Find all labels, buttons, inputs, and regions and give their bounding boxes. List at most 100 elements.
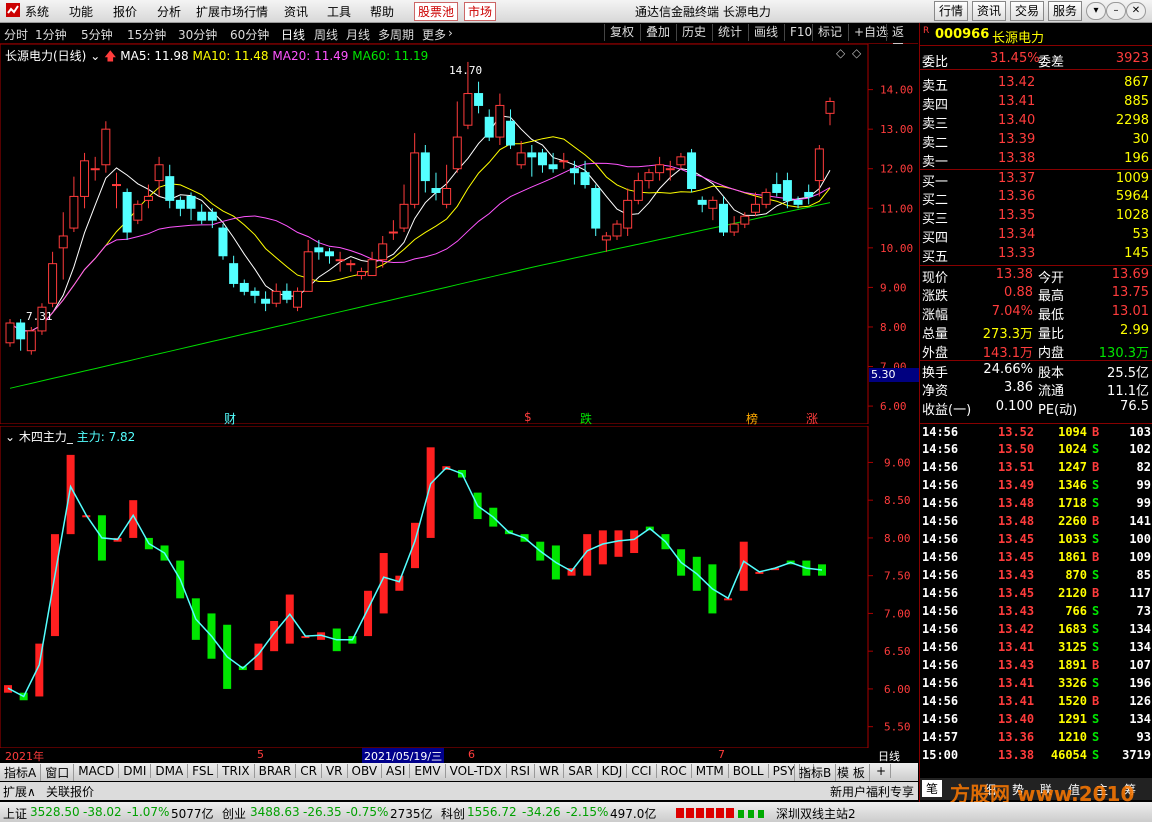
low-price-label: 7.31 <box>26 310 53 323</box>
tool-stats[interactable]: 统计 <box>712 24 747 41</box>
indicator-tab-mtm[interactable]: MTM <box>692 764 729 778</box>
period-multi[interactable]: 多周期 <box>378 26 414 43</box>
ma60-label: MA60: 11.19 <box>352 49 429 63</box>
cy-index-label[interactable]: 创业 <box>222 805 246 822</box>
top-button-service[interactable]: 服务 <box>1048 1 1083 21</box>
event-marker-fall[interactable]: 跌 <box>580 410 592 427</box>
indicator-tab-obv[interactable]: OBV <box>348 764 383 778</box>
period-monthly[interactable]: 月线 <box>346 26 370 43</box>
indicator-tab-cci[interactable]: CCI <box>627 764 657 778</box>
buy-level-row[interactable]: 买二 13.36 5964 <box>920 188 1152 208</box>
period-60min[interactable]: 60分钟 <box>230 26 269 43</box>
tool-adjust[interactable]: 复权 <box>604 24 639 41</box>
template-tab[interactable]: 模 板 <box>833 764 870 781</box>
indicator-tab-brar[interactable]: BRAR <box>255 764 297 778</box>
indicator-tab-vol-tdx[interactable]: VOL-TDX <box>446 764 507 778</box>
event-marker-rise[interactable]: 涨 <box>806 410 818 427</box>
menu-quote[interactable]: 报价 <box>113 3 137 20</box>
event-marker-finance[interactable]: 财 <box>224 410 236 427</box>
tick-time: 14:56 <box>922 496 959 510</box>
menu-analysis[interactable]: 分析 <box>157 3 181 20</box>
menu-tools[interactable]: 工具 <box>327 3 351 20</box>
indicator-tab--[interactable]: 窗口 <box>41 764 75 781</box>
tick-count: 85 <box>1136 568 1151 582</box>
indicator-tab-vr[interactable]: VR <box>322 764 348 778</box>
pin-icon[interactable]: ◇ <box>852 46 861 60</box>
menu-system[interactable]: 系统 <box>25 3 49 20</box>
period-15min[interactable]: 15分钟 <box>127 26 166 43</box>
buy-level-row[interactable]: 买四 13.34 53 <box>920 226 1152 246</box>
menu-function[interactable]: 功能 <box>69 3 93 20</box>
candle-body <box>101 128 111 166</box>
indicator-tab-fsl[interactable]: FSL <box>188 764 219 778</box>
tool-draw[interactable]: 画线 <box>748 24 783 41</box>
indicator-tab-asi[interactable]: ASI <box>382 764 411 778</box>
expand-button[interactable]: 扩展∧ <box>3 783 36 800</box>
indicator-tab-dmi[interactable]: DMI <box>119 764 152 778</box>
tool-history[interactable]: 历史 <box>676 24 711 41</box>
tool-back[interactable]: 返回 <box>886 24 918 56</box>
indicator-tab-boll[interactable]: BOLL <box>729 764 769 778</box>
sh-index-amount: 5077亿 <box>171 807 214 821</box>
cy-index-pct: -0.75% <box>346 805 389 819</box>
period-5min[interactable]: 5分钟 <box>81 26 113 43</box>
indicator-bar <box>614 530 623 557</box>
diamond-icon[interactable]: ◇ <box>836 46 845 60</box>
add-indicator-button[interactable]: + <box>872 764 892 778</box>
buy-level-row[interactable]: 买五 13.33 145 <box>920 245 1152 265</box>
sell-level-row[interactable]: 卖五 13.42 867 <box>920 74 1152 94</box>
menu-news[interactable]: 资讯 <box>284 3 308 20</box>
close-icon[interactable]: ✕ <box>1126 2 1146 20</box>
period-more[interactable]: 更多 <box>422 26 446 43</box>
indicator-tab--a[interactable]: 指标A <box>0 764 42 781</box>
tool-overlay[interactable]: 叠加 <box>640 24 675 41</box>
event-marker-dollar[interactable]: $ <box>524 410 532 424</box>
menu-stock-pool[interactable]: 股票池 <box>414 2 459 21</box>
collapse-icon[interactable]: ⌄ <box>90 49 100 63</box>
server-station[interactable]: 深圳双线主站2 <box>776 805 856 822</box>
period-30min[interactable]: 30分钟 <box>178 26 217 43</box>
sell-level-row[interactable]: 卖三 13.40 2298 <box>920 112 1152 132</box>
related-quotes-button[interactable]: 关联报价 <box>46 783 94 800</box>
buy-level-row[interactable]: 买一 13.37 1009 <box>920 169 1152 190</box>
tool-mark[interactable]: 标记 <box>812 24 847 41</box>
indicator-tab-wr[interactable]: WR <box>535 764 565 778</box>
indicator-tab-rsi[interactable]: RSI <box>507 764 536 778</box>
more-chevron-icon[interactable]: › <box>448 26 453 40</box>
kc-index-label[interactable]: 科创 <box>441 805 465 822</box>
period-weekly[interactable]: 周线 <box>314 26 338 43</box>
top-button-news[interactable]: 资讯 <box>972 1 1007 21</box>
menu-market[interactable]: 市场 <box>464 2 497 21</box>
indicator-bar <box>66 454 75 535</box>
indicator-tab-cr[interactable]: CR <box>296 764 322 778</box>
candlestick-chart[interactable]: 14.0013.0012.0011.0010.009.008.007.006.0… <box>0 44 919 427</box>
indicator-tab-sar[interactable]: SAR <box>564 764 598 778</box>
sell-level-row[interactable]: 卖二 13.39 30 <box>920 131 1152 151</box>
sell-level-row[interactable]: 卖四 13.41 885 <box>920 93 1152 113</box>
event-marker-rank[interactable]: 榜 <box>746 410 758 427</box>
menu-icon[interactable]: ▾ <box>1086 2 1106 20</box>
top-button-quote[interactable]: 行情 <box>934 1 969 21</box>
minimize-icon[interactable]: – <box>1106 2 1126 20</box>
indicator-tab-macd[interactable]: MACD <box>74 764 120 778</box>
indicator-tab-roc[interactable]: ROC <box>657 764 692 778</box>
tick-count: 134 <box>1129 640 1151 654</box>
promo-link[interactable]: 新用户福利专享 <box>830 783 914 800</box>
period-intraday[interactable]: 分时 <box>4 26 28 43</box>
indicator-b-tab[interactable]: 指标B <box>794 764 837 781</box>
indicator-tab-trix[interactable]: TRIX <box>218 764 255 778</box>
collapse-icon[interactable]: ⌄ <box>5 430 15 444</box>
menu-extended-market[interactable]: 扩展市场行情 <box>196 3 268 20</box>
indicator-tab-emv[interactable]: EMV <box>410 764 446 778</box>
menu-help[interactable]: 帮助 <box>370 3 394 20</box>
sh-index-label[interactable]: 上证 <box>3 805 27 822</box>
buy-level-row[interactable]: 买三 13.35 1028 <box>920 207 1152 227</box>
period-1min[interactable]: 1分钟 <box>35 26 67 43</box>
indicator-chart[interactable]: 9.00 8.50 8.00 7.50 7.00 6.50 6.00 5.50 ⌄ 木四主力_… <box>0 426 918 748</box>
right-tab-trades[interactable]: 笔 <box>922 780 943 797</box>
indicator-tab-dma[interactable]: DMA <box>151 764 189 778</box>
top-button-trade[interactable]: 交易 <box>1010 1 1045 21</box>
period-daily[interactable]: 日线 <box>281 26 305 43</box>
indicator-tab-kdj[interactable]: KDJ <box>598 764 628 778</box>
sell-level-row[interactable]: 卖一 13.38 196 <box>920 150 1152 170</box>
